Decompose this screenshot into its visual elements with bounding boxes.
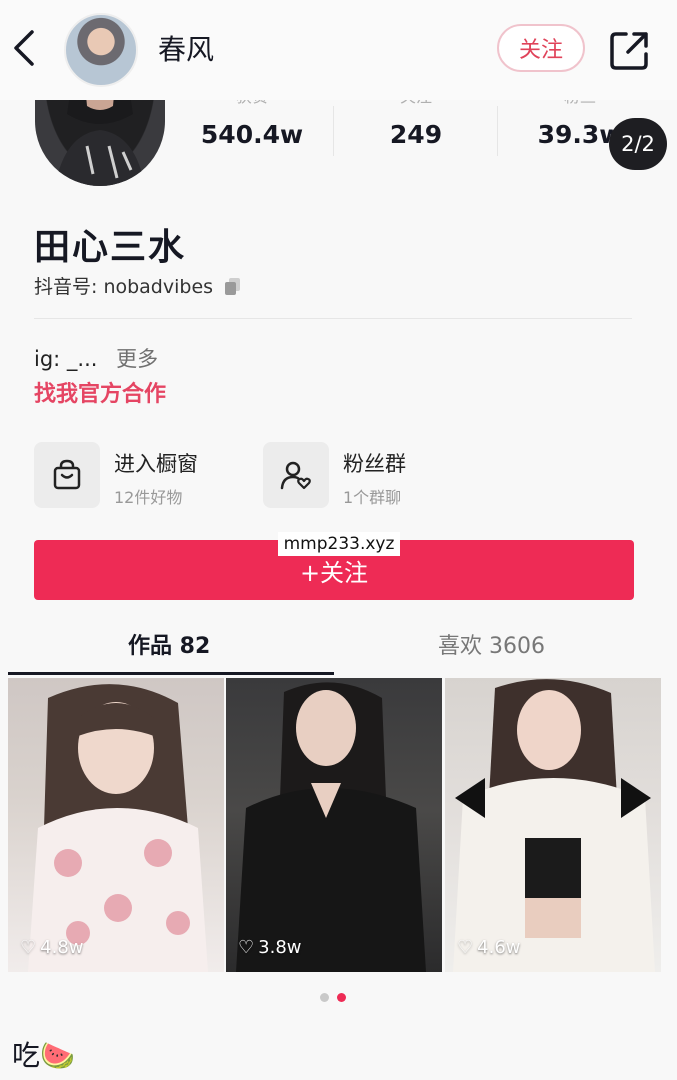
back-arrow-icon[interactable] [8,28,40,68]
video-likes: ♡ 3.8w [238,937,302,958]
stat-value: 249 [389,120,443,149]
stat-divider [333,106,334,156]
header-name: 春风 [158,33,215,66]
video-likes: ♡ 4.8w [20,937,84,958]
account-id-text: 抖音号: nobadvibes [34,276,214,298]
account-id[interactable]: 抖音号: nobadvibes [34,272,243,299]
bio-more-link[interactable]: 更多 [116,347,158,371]
video-likes-count: 4.8w [40,937,84,958]
shop-window-entry[interactable]: 进入橱窗 12件好物 [34,442,234,512]
thumbnail-image [453,679,655,972]
video-grid: ♡ 4.8w ♡ 3.8w ♡ 4.6w [8,678,661,972]
caption-text: 吃🍉 [12,1039,75,1072]
stat-following[interactable]: 关注 249 [336,92,496,149]
copy-icon[interactable] [223,276,243,296]
tab-likes[interactable]: 喜欢 3606 [438,628,545,660]
entry-title: 粉丝群 [343,452,406,476]
header-avatar[interactable] [64,13,138,87]
stat-likes[interactable]: 获赞 540.4w [172,92,332,149]
heart-icon: ♡ [238,937,255,958]
tab-underline [8,672,334,675]
entry-subtitle: 12件好物 [114,488,183,507]
shopping-bag-icon [34,442,100,508]
stat-value: 540.4w [200,120,304,149]
stat-divider [497,106,498,156]
video-likes-count: 3.8w [258,937,302,958]
pager-dot [320,993,329,1002]
profile-nickname: 田心三水 [34,227,187,268]
heart-icon: ♡ [457,937,474,958]
share-icon[interactable] [608,28,652,72]
video-likes-count: 4.6w [477,937,521,958]
page-indicator: 2/2 [609,118,667,170]
thumbnail-image [236,682,426,972]
stats-row: 获赞 540.4w 关注 249 粉丝 39.3w [170,92,640,162]
tab-works[interactable]: 作品 82 [128,628,210,660]
watermark-text: mmp233.xyz [278,532,400,556]
fan-group-entry[interactable]: 粉丝群 1个群聊 [263,442,463,512]
cooperation-link[interactable]: 找我官方合作 [34,376,166,408]
pager-dot-active [337,993,346,1002]
section-divider [34,318,632,319]
thumbnail-image [28,684,208,972]
bio: ig: _... 更多 [34,343,158,373]
heart-icon: ♡ [20,937,37,958]
entry-title: 进入橱窗 [114,452,198,476]
entry-subtitle: 1个群聊 [343,488,402,507]
top-bar: 春风 关注 [0,0,677,100]
fan-group-icon [263,442,329,508]
video-likes: ♡ 4.6w [457,937,521,958]
bio-text: ig: _... [34,347,98,371]
video-thumbnail[interactable]: ♡ 4.6w [445,678,661,972]
video-thumbnail[interactable]: ♡ 3.8w [226,678,442,972]
pager-dots [320,993,346,1002]
header-follow-button[interactable]: 关注 [497,24,585,72]
video-thumbnail[interactable]: ♡ 4.8w [8,678,224,972]
